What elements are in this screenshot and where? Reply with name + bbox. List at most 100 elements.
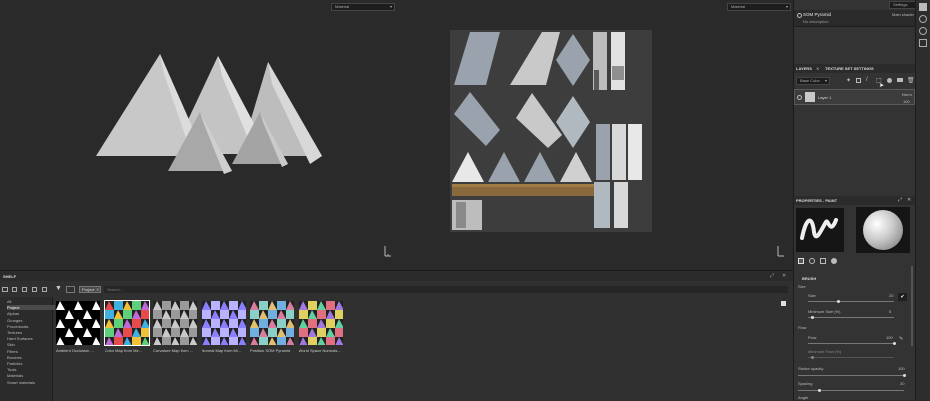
spacing-value[interactable]: 20 (900, 381, 904, 386)
brush-section-header: BRUSH (802, 276, 817, 281)
spacing-label: Spacing (798, 381, 813, 386)
min-flow-label: Minimum Flow (%) (808, 349, 842, 354)
fill-layer-icon[interactable] (856, 78, 861, 83)
slider-knob[interactable] (810, 356, 814, 359)
brush-tab-icon[interactable] (798, 258, 804, 264)
brush-stroke-preview (796, 208, 844, 252)
wand-icon[interactable]: ✦ (846, 77, 851, 84)
shelf-item-thumbnail[interactable] (250, 301, 295, 346)
flow-slider[interactable] (808, 342, 896, 345)
shelf-category-item[interactable]: Procedurals (7, 324, 55, 329)
shelf-items: Ambient Occlusion ... Color Map from Me..… (52, 271, 793, 401)
close-icon[interactable]: ✕ (907, 197, 911, 203)
size-label: Size (808, 293, 816, 298)
eye-icon[interactable] (797, 95, 802, 100)
shelf-title: SHELF (3, 274, 17, 279)
properties-scrollbar[interactable] (911, 266, 913, 346)
tab-layers[interactable]: LAYERS (796, 66, 812, 71)
spacing-slider[interactable] (798, 389, 904, 392)
shelf-item-label: Normal Map from Mi... (201, 348, 242, 353)
new-folder-icon[interactable] (22, 287, 27, 292)
display-settings-icon[interactable] (919, 39, 927, 47)
folder-icon[interactable] (2, 287, 8, 292)
trash-icon[interactable]: 🗑 (907, 77, 915, 84)
size-value[interactable]: 20 (889, 293, 893, 298)
slider-knob[interactable] (892, 342, 896, 345)
shelf-category-item[interactable]: Alphas (7, 311, 55, 316)
uv-axis-gizmo (774, 246, 784, 260)
texture-set-shader[interactable]: Main shader (892, 12, 914, 17)
right-viewport-mode-dropdown[interactable]: Material ▾ (727, 3, 791, 11)
tab-texture-set-settings[interactable]: TEXTURE SET SETTINGS (825, 66, 874, 71)
shelf-category-item[interactable]: All (7, 299, 55, 304)
slider-knob[interactable] (810, 316, 814, 319)
pen-icon[interactable]: ✎ (899, 336, 903, 342)
close-icon[interactable]: ✕ (816, 66, 819, 71)
size-slider[interactable] (808, 300, 894, 303)
maximize-icon[interactable]: ⤢ (898, 197, 902, 203)
layer-thumbnail (805, 92, 815, 102)
shelf-category-item[interactable]: Materials (7, 373, 55, 378)
min-size-slider[interactable] (808, 316, 894, 319)
shelf-item-thumbnail[interactable] (56, 301, 101, 346)
history-icon[interactable] (919, 27, 927, 35)
texture-set-icon[interactable] (919, 15, 927, 23)
layer-name[interactable]: Layer 1 (818, 95, 831, 100)
min-size-value[interactable]: 5 (889, 309, 891, 314)
pen-pressure-icon[interactable]: ✔ (898, 293, 907, 301)
left-viewport-mode-label: Material (335, 4, 350, 9)
flow-section-label: Flow (798, 325, 807, 330)
channel-dropdown[interactable]: Base Color ▾ (796, 77, 830, 85)
layer-row[interactable]: Layer 1 Norm 100 (794, 89, 915, 105)
right-viewport-mode-label: Material (731, 4, 746, 9)
slider-knob[interactable] (817, 389, 821, 392)
slider-knob[interactable] (836, 300, 840, 303)
texture-set-item[interactable]: SOM Pyramid Main shader No description (794, 10, 915, 27)
shelf-category-item[interactable]: Particles (7, 361, 55, 366)
2d-viewport[interactable] (400, 14, 793, 270)
eye-icon[interactable] (797, 13, 802, 18)
material-tab-icon[interactable] (831, 258, 837, 264)
viewport-top-bar: Material ▾ Material ▾ (0, 0, 793, 14)
flow-label: Flow (808, 335, 817, 340)
layer-blend-mode[interactable]: Norm (902, 92, 912, 97)
uv-texture-canvas (450, 30, 652, 232)
shelf-category-item[interactable]: Brushes (7, 355, 55, 360)
shelf-category-item[interactable]: Hard Surfaces (7, 336, 55, 341)
import-icon[interactable] (12, 287, 17, 292)
shelf-scrollbar[interactable] (781, 301, 786, 306)
shelf-item-thumbnail[interactable] (153, 301, 198, 346)
uv-islands (452, 32, 642, 230)
folder-icon[interactable] (897, 78, 903, 82)
slider-knob[interactable] (902, 374, 906, 377)
shelf-category-item[interactable]: Skin (7, 342, 55, 347)
effect-icon[interactable] (887, 78, 892, 83)
chevron-down-icon: ▾ (389, 4, 392, 9)
brush-icon[interactable]: / (866, 77, 868, 83)
shelf-item-thumbnail[interactable] (103, 300, 150, 346)
list-view-icon[interactable] (42, 287, 47, 292)
3d-viewport[interactable]: z (0, 14, 400, 270)
min-flow-slider[interactable] (808, 356, 894, 359)
shelf-item-thumbnail[interactable] (298, 301, 344, 346)
stroke-opacity-value[interactable]: 100 (898, 366, 905, 371)
texture-set-name: SOM Pyramid (803, 12, 832, 17)
stencil-tab-icon[interactable] (820, 258, 826, 264)
shelf-category-item[interactable]: Project (7, 305, 55, 311)
stroke-opacity-slider[interactable] (798, 374, 906, 377)
shelf-item-thumbnail[interactable] (201, 301, 247, 346)
shelf-category-list: All Project Alphas Grunges Procedurals Textur… (0, 297, 55, 401)
shelf-category-item[interactable]: Grunges (7, 318, 55, 323)
flow-value[interactable]: 100 (886, 335, 893, 340)
layers-panel-icon[interactable] (919, 3, 927, 11)
layer-opacity[interactable]: 100 (903, 99, 910, 104)
shelf-category-item[interactable]: Smart materials (7, 380, 55, 385)
alpha-tab-icon[interactable] (809, 258, 815, 264)
shelf-item-label: World Space Normals... (298, 348, 341, 353)
shelf-category-item[interactable]: Tools (7, 367, 55, 372)
grid-view-icon[interactable] (32, 287, 37, 292)
settings-dropdown[interactable]: Settings (889, 1, 917, 9)
shelf-category-item[interactable]: Textures (7, 330, 55, 335)
shelf-category-item[interactable]: Filters (7, 349, 55, 354)
left-viewport-mode-dropdown[interactable]: Material ▾ (331, 3, 395, 11)
